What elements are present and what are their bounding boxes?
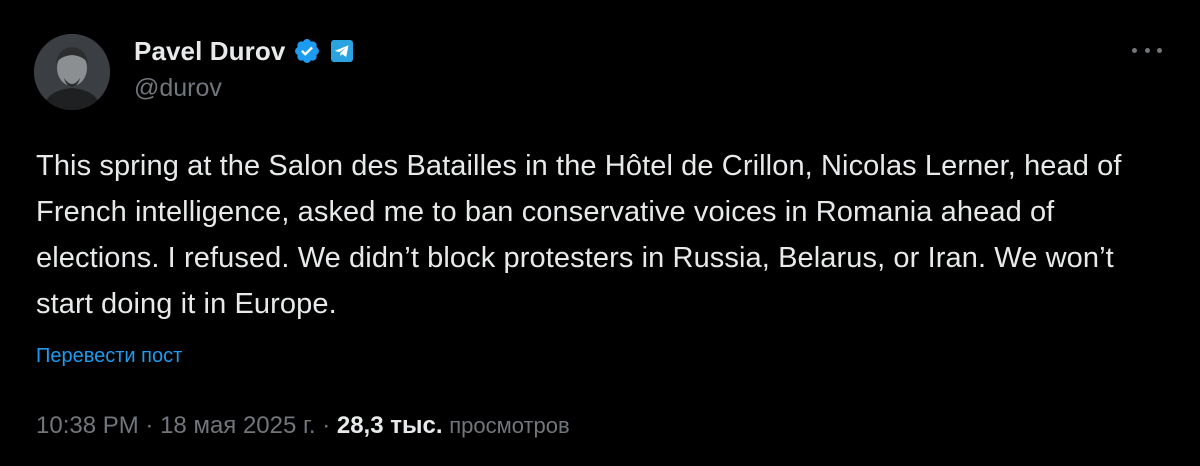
meta-separator: · [145,412,154,439]
more-options-icon[interactable] [1132,40,1162,60]
tweet-time[interactable]: 10:38 PM [36,412,139,439]
telegram-icon[interactable] [331,40,354,62]
more-dot [1144,47,1150,53]
views-label: просмотров [449,413,570,438]
tweet-card: Pavel Durov @durov This spring at the Sa… [0,0,1200,466]
tweet-text: This spring at the Salon des Batailles i… [36,150,1122,320]
author-name[interactable]: Pavel Durov [134,36,285,67]
meta-separator: · [322,412,331,439]
author-handle[interactable]: @durov [134,74,222,103]
verified-badge-icon[interactable] [293,37,321,65]
author-line: Pavel Durov [134,36,354,67]
avatar-image [34,34,110,110]
tweet-date[interactable]: 18 мая 2025 г. [160,412,315,439]
tweet-meta: 10:38 PM · 18 мая 2025 г. · 28,3 тыс. пр… [36,412,570,440]
more-dot [1132,47,1137,53]
avatar[interactable] [34,34,110,110]
translate-post-link[interactable]: Перевести пост [36,345,182,368]
views-count[interactable]: 28,3 тыс. [337,412,443,439]
more-dot [1157,47,1162,53]
